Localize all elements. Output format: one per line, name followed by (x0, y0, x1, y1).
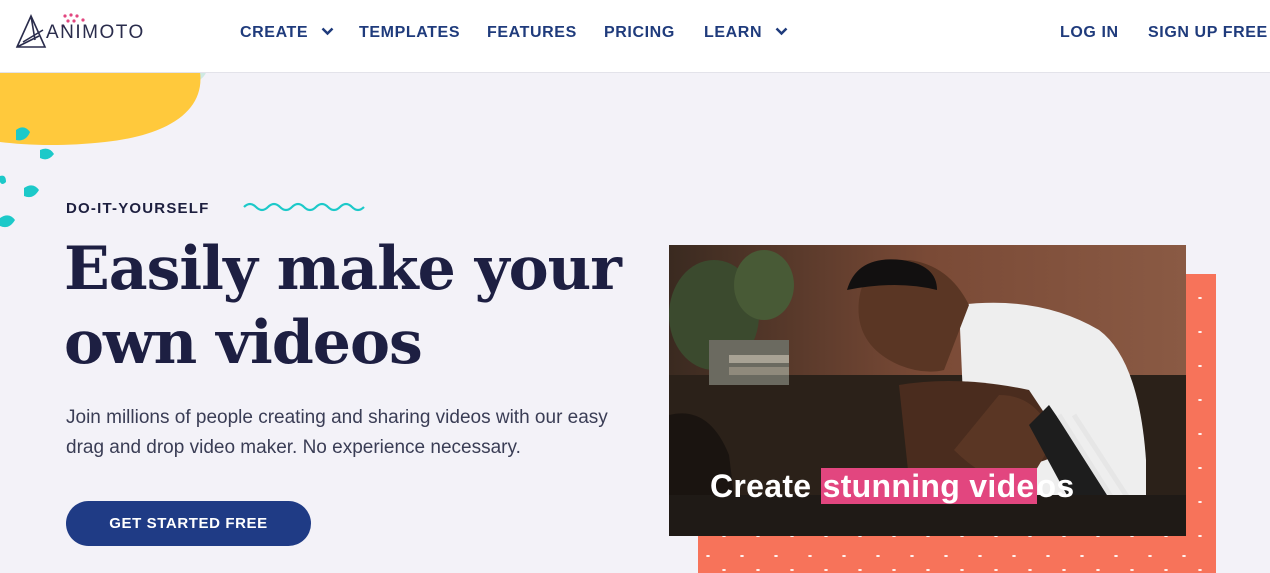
chevron-down-icon (775, 27, 788, 36)
wave-decoration-icon (243, 202, 365, 212)
caption-suffix: os (1036, 468, 1075, 504)
caption-highlight: stunning vide (820, 468, 1037, 504)
nav-features-label: FEATURES (487, 24, 577, 41)
nav-create-label: CREATE (240, 24, 309, 41)
nav-features[interactable]: FEATURES (487, 24, 577, 42)
login-link[interactable]: LOG IN (1060, 24, 1119, 42)
nav-templates-label: TEMPLATES (359, 24, 461, 41)
get-started-button[interactable]: GET STARTED FREE (66, 501, 311, 546)
decorative-blob (0, 52, 207, 228)
logo-text: ANIMOTO (46, 22, 145, 43)
top-navigation-bar: ANIMOTO CREATE TEMPLATES FEATURES PRICIN… (0, 0, 1270, 73)
nav-pricing-label: PRICING (604, 24, 675, 41)
caption-prefix: Create (710, 468, 821, 504)
nav-pricing[interactable]: PRICING (604, 24, 675, 42)
nav-learn[interactable]: LEARN (704, 24, 788, 42)
hero-subtitle: Join millions of people creating and sha… (66, 407, 608, 458)
nav-learn-label: LEARN (704, 24, 763, 41)
video-caption: Create stunning videos (710, 468, 1074, 505)
signup-link[interactable]: SIGN UP FREE (1148, 24, 1268, 42)
nav-templates[interactable]: TEMPLATES (359, 24, 460, 42)
nav-create[interactable]: CREATE (240, 24, 334, 42)
chevron-down-icon (321, 27, 334, 36)
